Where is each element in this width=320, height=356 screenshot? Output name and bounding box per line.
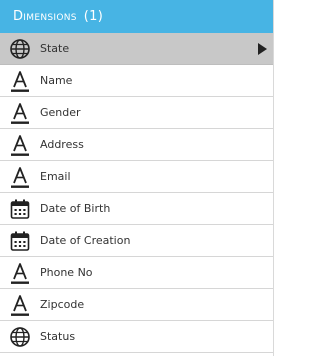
text-icon xyxy=(8,101,32,125)
expand-arrow-icon[interactable] xyxy=(258,43,267,55)
dimension-item-email[interactable]: Email xyxy=(0,161,273,193)
dimension-label: State xyxy=(40,42,70,55)
dimension-label: Email xyxy=(40,170,71,183)
dimensions-header: Dimensions (1) xyxy=(0,0,273,33)
calendar-icon xyxy=(8,229,32,253)
dimension-item-state[interactable]: State xyxy=(0,33,273,65)
dimension-label: Date of Birth xyxy=(40,202,111,215)
globe-icon xyxy=(8,325,32,349)
dimension-item-status[interactable]: Status xyxy=(0,321,273,353)
dimension-label: Gender xyxy=(40,106,81,119)
dimension-label: Name xyxy=(40,74,73,87)
dimension-item-name[interactable]: Name xyxy=(0,65,273,97)
dimension-item-gender[interactable]: Gender xyxy=(0,97,273,129)
dimension-label: Date of Creation xyxy=(40,234,131,247)
dimension-item-phone-no[interactable]: Phone No xyxy=(0,257,273,289)
calendar-icon xyxy=(8,197,32,221)
dimension-label: Phone No xyxy=(40,266,93,279)
header-title: Dimensions xyxy=(13,9,77,24)
globe-icon xyxy=(8,37,32,61)
text-icon xyxy=(8,133,32,157)
dimension-item-date-of-creation[interactable]: Date of Creation xyxy=(0,225,273,257)
text-icon xyxy=(8,69,32,93)
dimension-item-address[interactable]: Address xyxy=(0,129,273,161)
dimension-list: State Name Gender Address Email Date of … xyxy=(0,33,273,353)
text-icon xyxy=(8,165,32,189)
dimension-label: Status xyxy=(40,330,76,343)
dimension-label: Zipcode xyxy=(40,298,85,311)
dimension-item-zipcode[interactable]: Zipcode xyxy=(0,289,273,321)
dimension-item-date-of-birth[interactable]: Date of Birth xyxy=(0,193,273,225)
dimension-label: Address xyxy=(40,138,84,151)
text-icon xyxy=(8,293,32,317)
header-count: (1) xyxy=(83,9,104,24)
text-icon xyxy=(8,261,32,285)
dimensions-panel: Dimensions (1) State Name Gender Address… xyxy=(0,0,274,356)
